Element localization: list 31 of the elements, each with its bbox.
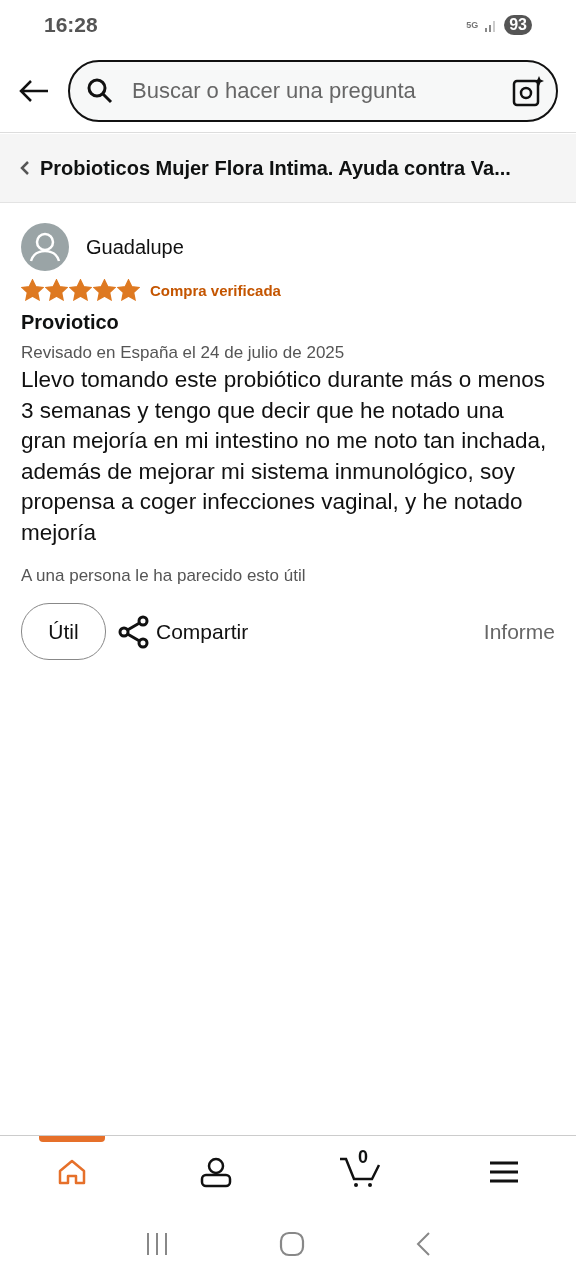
share-icon[interactable] bbox=[118, 614, 150, 649]
camera-icon[interactable] bbox=[512, 75, 544, 107]
share-link[interactable]: Compartir bbox=[156, 619, 249, 644]
person-icon bbox=[200, 1156, 232, 1188]
network-type: 5G bbox=[466, 20, 479, 30]
review-text: Llevo tomando este probiótico durante más o menos 3 semanas y tengo que decir que he notado una gran mejoría en mi intestino no me noto tan inchada, además de mejorar mi sistema inmunológico, soy propensa a coger infecciones vaginal, y he notado mejoría bbox=[21, 366, 548, 547]
back-icon[interactable] bbox=[415, 1231, 431, 1257]
review-title: Proviotico bbox=[21, 311, 120, 334]
battery-level: 93 bbox=[504, 15, 532, 35]
star-filled-icon bbox=[93, 279, 116, 301]
verified-purchase-label: Compra verificada bbox=[150, 281, 281, 299]
star-filled-icon bbox=[117, 279, 140, 301]
helpful-button[interactable]: Útil bbox=[21, 603, 106, 660]
menu-icon bbox=[489, 1161, 519, 1183]
cart-count: 0 bbox=[358, 1147, 368, 1168]
star-filled-icon bbox=[45, 279, 68, 301]
home-button-icon[interactable] bbox=[279, 1231, 305, 1257]
star-filled-icon bbox=[69, 279, 92, 301]
helpful-count: A una persona le ha parecido esto útil bbox=[21, 566, 307, 586]
review-date: Revisado en España el 24 de julio de 2025 bbox=[21, 343, 346, 363]
clock-time: 16:28 bbox=[44, 13, 98, 37]
avatar-icon bbox=[21, 223, 69, 271]
report-link[interactable]: Informe bbox=[483, 619, 555, 644]
nav-tab[interactable]: 0 bbox=[288, 1136, 432, 1208]
recent-apps-icon[interactable] bbox=[145, 1232, 169, 1256]
star-filled-icon bbox=[21, 279, 44, 301]
reviewer-name: Guadalupe bbox=[86, 235, 184, 259]
search-field[interactable]: Buscar o hacer una pregunta bbox=[68, 60, 558, 122]
back-arrow-icon[interactable] bbox=[18, 79, 50, 103]
home-icon bbox=[57, 1158, 87, 1186]
chevron-left-icon[interactable] bbox=[20, 160, 30, 176]
